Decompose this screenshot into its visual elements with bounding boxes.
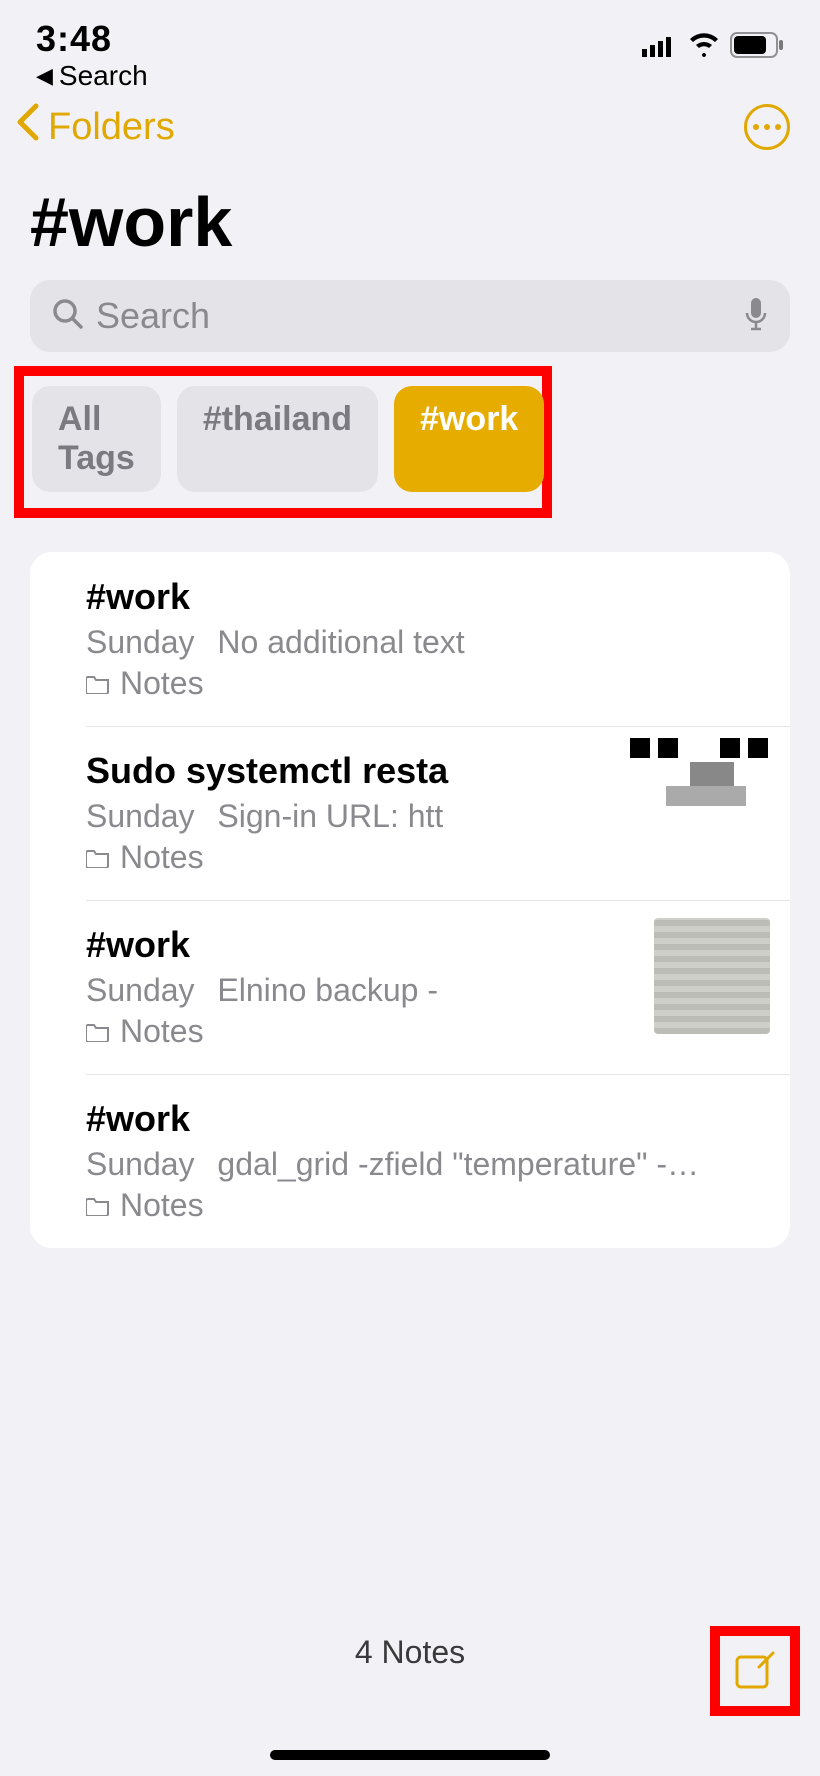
note-folder-label: Notes: [120, 839, 204, 876]
note-folder: Notes: [86, 665, 766, 702]
note-date: Sunday: [86, 624, 195, 660]
bottom-toolbar: 4 Notes: [0, 1606, 820, 1776]
folder-icon: [86, 1013, 110, 1050]
note-thumbnail: [654, 918, 770, 1034]
wifi-icon: [688, 33, 720, 62]
breadcrumb-label: Search: [59, 60, 148, 92]
tag-chip-thailand[interactable]: #thailand: [177, 386, 378, 492]
search-icon: [52, 298, 84, 335]
note-date: Sunday: [86, 1146, 195, 1182]
note-preview: Elnino backup -: [217, 972, 438, 1008]
chevron-left-icon: [14, 102, 42, 152]
note-date: Sunday: [86, 798, 195, 834]
note-folder: Notes: [86, 1187, 766, 1224]
tag-chip-all-tags[interactable]: All Tags: [32, 386, 161, 492]
folders-label: Folders: [48, 106, 175, 149]
nav-row: Folders: [0, 92, 820, 152]
note-subtitle: Sunday gdal_grid -zfield "temperature" -…: [86, 1146, 766, 1183]
breadcrumb-back[interactable]: ◀ Search: [36, 60, 148, 92]
note-row[interactable]: Sudo systemctl resta Sunday Sign-in URL:…: [30, 726, 790, 900]
note-preview: gdal_grid -zfield "temperature" -…: [217, 1146, 699, 1182]
status-icons: [642, 18, 784, 63]
note-thumbnail: [630, 738, 770, 818]
note-folder-label: Notes: [120, 1187, 204, 1224]
status-time: 3:48: [36, 18, 148, 60]
tags-highlight-box: All Tags #thailand #work: [14, 366, 552, 518]
back-triangle-icon: ◀: [36, 63, 53, 89]
tag-chip-work[interactable]: #work: [394, 386, 544, 492]
notes-count-label: 4 Notes: [0, 1606, 820, 1671]
page-title: #work: [0, 152, 820, 280]
note-preview: No additional text: [217, 624, 464, 660]
folder-icon: [86, 1187, 110, 1224]
note-title: #work: [86, 576, 766, 618]
folders-back-button[interactable]: Folders: [14, 102, 175, 152]
compose-highlight-box: [710, 1626, 800, 1716]
status-bar: 3:48 ◀ Search: [0, 0, 820, 92]
folder-icon: [86, 839, 110, 876]
note-row[interactable]: #work Sunday gdal_grid -zfield "temperat…: [30, 1074, 790, 1248]
search-field[interactable]: [30, 280, 790, 352]
home-indicator[interactable]: [270, 1750, 550, 1760]
battery-icon: [730, 32, 784, 63]
tags-row: All Tags #thailand #work: [32, 386, 534, 492]
note-folder-label: Notes: [120, 665, 204, 702]
note-row[interactable]: #work Sunday Elnino backup - Notes: [30, 900, 790, 1074]
compose-icon: [731, 1647, 779, 1695]
note-folder-label: Notes: [120, 1013, 204, 1050]
cellular-icon: [642, 33, 678, 62]
compose-note-button[interactable]: [726, 1642, 784, 1700]
microphone-icon[interactable]: [744, 297, 768, 336]
note-date: Sunday: [86, 972, 195, 1008]
ellipsis-icon: [753, 124, 781, 130]
notes-list: #work Sunday No additional text Notes Su…: [30, 552, 790, 1248]
note-row[interactable]: #work Sunday No additional text Notes: [30, 552, 790, 726]
folder-icon: [86, 665, 110, 702]
note-folder: Notes: [86, 839, 766, 876]
note-subtitle: Sunday No additional text: [86, 624, 766, 661]
more-options-button[interactable]: [744, 104, 790, 150]
note-preview: Sign-in URL: htt: [217, 798, 443, 834]
search-input[interactable]: [96, 295, 744, 337]
note-title: #work: [86, 1098, 766, 1140]
